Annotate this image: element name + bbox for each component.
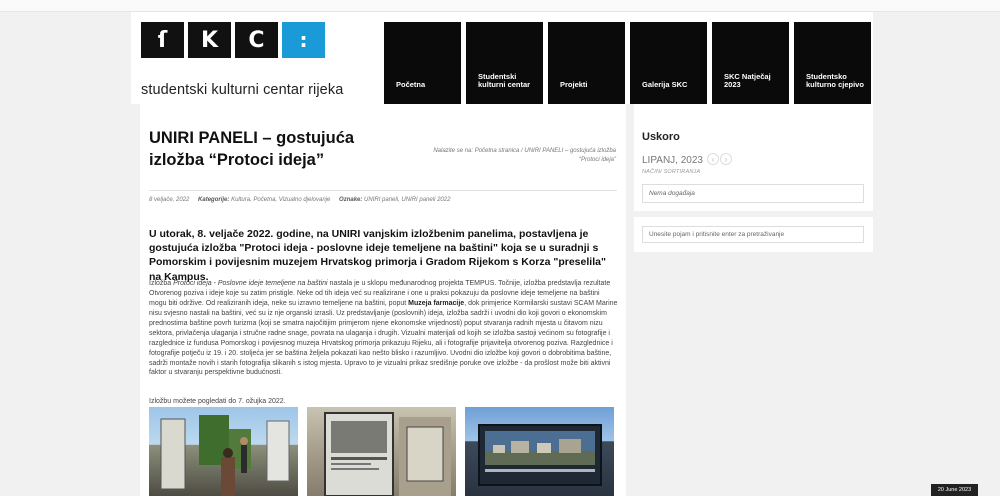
sort-options[interactable]: NAČINI SORTIRANJA xyxy=(642,169,700,175)
nav-item-studentski-kulturni-centar[interactable]: Studentski kulturni centar xyxy=(466,22,543,104)
upcoming-events-widget: Uskoro LIPANJ, 2023 ‹ › NAČINI SORTIRANJ… xyxy=(634,104,873,211)
site-header: ſ K C : studentski kulturni centar rijek… xyxy=(131,12,873,104)
calendar-month: LIPANJ, 2023 xyxy=(642,155,703,166)
date-badge: 20 June 2023 xyxy=(931,484,978,496)
logo-letter: K xyxy=(188,22,231,58)
divider xyxy=(149,190,617,191)
logo-letter: ſ xyxy=(141,22,184,58)
tags-label: Oznake: xyxy=(339,197,363,203)
nav-item-pocetna[interactable]: Početna xyxy=(384,22,461,104)
logo-letter: : xyxy=(282,22,325,58)
gallery-photo[interactable] xyxy=(465,407,614,496)
gallery-photo[interactable] xyxy=(307,407,456,496)
nav-item-galerija-skc[interactable]: Galerija SKC xyxy=(630,22,707,104)
events-list: Nema događaja xyxy=(642,184,864,203)
nav-item-projekti[interactable]: Projekti xyxy=(548,22,625,104)
search-widget: Unesite pojam i pritisnite enter za pret… xyxy=(634,217,873,252)
chevron-left-icon[interactable]: ‹ xyxy=(707,153,719,165)
post-date: 8 veljače, 2022 xyxy=(149,197,190,203)
breadcrumb[interactable]: Nalazite se na: Početna stranica / UNIRI… xyxy=(431,147,616,166)
nav-item-skc-natjecaj[interactable]: SKC Natječaj 2023 xyxy=(712,22,789,104)
article-lead: U utorak, 8. veljače 2022. godine, na UN… xyxy=(149,228,606,283)
month-navigation: ‹ › xyxy=(707,153,732,165)
search-input[interactable]: Unesite pojam i pritisnite enter za pret… xyxy=(642,226,864,243)
museum-link: Muzeja farmacije xyxy=(408,299,465,307)
categories-label: Kategorije: xyxy=(198,197,230,203)
logo-letter: C xyxy=(235,22,278,58)
article-body: Izložba Protoci ideja - Poslovne ideje t… xyxy=(149,280,618,377)
post-categories[interactable]: Kultura, Početna, Vizualno djelovanje xyxy=(231,197,330,203)
nav-item-studentsko-kulturno-cjepivo[interactable]: Studentsko kulturno cjepivo xyxy=(794,22,871,104)
main-nav: Početna Studentski kulturni centar Proje… xyxy=(384,22,871,104)
page-title: UNIRI PANELI – gostujuća izložba “Protoc… xyxy=(149,129,355,169)
article-content: UNIRI PANELI – gostujuća izložba “Protoc… xyxy=(140,104,626,496)
gallery-photo[interactable] xyxy=(149,407,298,496)
exhibition-title: Protoci ideja - Poslovne ideje temeljene… xyxy=(173,280,328,287)
top-bar xyxy=(0,0,1000,12)
chevron-right-icon[interactable]: › xyxy=(720,153,732,165)
post-tags[interactable]: UNIRI paneli, UNIRI paneli 2022 xyxy=(364,197,450,203)
logo-text[interactable]: studentski kulturni centar rijeka xyxy=(141,82,343,98)
site-logo[interactable]: ſ K C : xyxy=(141,22,325,58)
exhibition-note: Izložbu možete pogledati do 7. ožujka 20… xyxy=(149,398,286,405)
post-meta: 8 veljače, 2022 Kategorije: Kultura, Poč… xyxy=(149,197,450,203)
widget-title: Uskoro xyxy=(642,131,680,143)
photo-gallery xyxy=(149,407,614,496)
